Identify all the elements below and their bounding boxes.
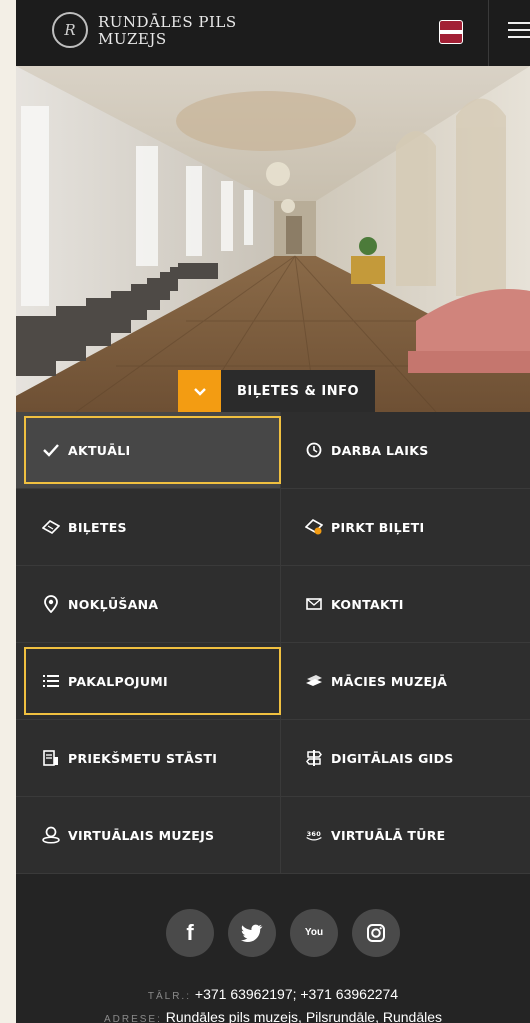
latvian-flag-icon[interactable] (439, 20, 463, 44)
contact-info: TĀLR.: +371 63962197; +371 63962274 ADRE… (16, 984, 530, 1023)
header-divider (488, 0, 489, 66)
twitter-icon[interactable] (228, 909, 276, 957)
info-menu: AKTUĀLI DARBA LAIKS BIĻETES PIRKT BIĻETI… (16, 412, 530, 874)
address-value: Rundāles pils muzejs, Pilsrundāle, Rundā… (165, 1009, 443, 1023)
menu-item-virtuala-ture[interactable]: 360 VIRTUĀLĀ TŪRE (281, 797, 530, 874)
site-footer: f You TĀLR.: +371 63962197; +371 6396227… (16, 874, 530, 1023)
menu-item-label: PRIEKŠMETU STĀSTI (68, 750, 218, 766)
menu-item-macies-muzeja[interactable]: MĀCIES MUZEJĀ (281, 643, 530, 720)
address-label: ADRESE: (103, 1014, 162, 1023)
logo-line-1: RUNDĀLES PILS (98, 13, 237, 31)
phone-value[interactable]: +371 63962197; +371 63962274 (195, 986, 398, 1002)
document-icon (42, 749, 60, 767)
menu-item-kontakti[interactable]: KONTAKTI (281, 566, 530, 643)
social-links: f You (166, 909, 400, 957)
tickets-info-bar[interactable]: BIĻETES & INFO (178, 370, 376, 413)
ticket-icon (42, 518, 60, 536)
ticket-plus-icon (305, 518, 323, 536)
location-pin-icon (42, 595, 60, 613)
mobile-page: R RUNDĀLES PILS MUZEJS BIĻETES & INFO AK… (16, 0, 530, 1023)
logo-text[interactable]: RUNDĀLES PILS MUZEJS (98, 14, 237, 48)
tickets-info-label[interactable]: BIĻETES & INFO (221, 370, 376, 413)
chevron-down-icon[interactable] (178, 370, 221, 413)
facebook-icon[interactable]: f (166, 909, 214, 957)
menu-item-label: BIĻETES (68, 519, 127, 535)
envelope-icon (305, 595, 323, 613)
360-icon: 360 (305, 826, 323, 844)
menu-item-label: KONTAKTI (331, 596, 404, 612)
menu-item-biletes[interactable]: BIĻETES (16, 489, 281, 566)
menu-item-noklusana[interactable]: NOKĻŪŠANA (16, 566, 281, 643)
menu-item-darba-laiks[interactable]: DARBA LAIKS (281, 412, 530, 489)
site-header: R RUNDĀLES PILS MUZEJS (16, 0, 530, 66)
signpost-icon (305, 749, 323, 767)
menu-item-label: DIGITĀLAIS GIDS (331, 750, 454, 766)
menu-item-pakalpojumi[interactable]: PAKALPOJUMI (16, 643, 281, 720)
phone-label: TĀLR.: (147, 991, 191, 1002)
menu-item-digitalais-gids[interactable]: DIGITĀLAIS GIDS (281, 720, 530, 797)
menu-item-label: PIRKT BIĻETI (331, 519, 425, 535)
logo-line-2: MUZEJS (98, 30, 167, 48)
svg-text:360: 360 (307, 830, 322, 838)
menu-item-label: DARBA LAIKS (331, 442, 429, 458)
menu-item-pirkt-bileti[interactable]: PIRKT BIĻETI (281, 489, 530, 566)
phone-line: TĀLR.: +371 63962197; +371 63962274 (16, 984, 530, 1007)
check-icon (42, 441, 60, 459)
logo-monogram-icon[interactable]: R (52, 12, 88, 48)
books-icon (305, 672, 323, 690)
vr-person-icon (42, 826, 60, 844)
menu-item-aktuali[interactable]: AKTUĀLI (16, 412, 281, 489)
menu-item-label: PAKALPOJUMI (68, 673, 168, 689)
menu-item-label: AKTUĀLI (68, 442, 131, 458)
menu-item-prieksmetu-stasti[interactable]: PRIEKŠMETU STĀSTI (16, 720, 281, 797)
menu-item-virtualais-muzejs[interactable]: VIRTUĀLAIS MUZEJS (16, 797, 281, 874)
menu-item-label: MĀCIES MUZEJĀ (331, 673, 448, 689)
address-line: ADRESE: Rundāles pils muzejs, Pilsrundāl… (16, 1007, 530, 1023)
menu-item-label: NOKĻŪŠANA (68, 596, 159, 612)
menu-item-label: VIRTUĀLĀ TŪRE (331, 827, 446, 843)
instagram-icon[interactable] (352, 909, 400, 957)
youtube-icon[interactable]: You (290, 909, 338, 957)
clock-icon (305, 441, 323, 459)
list-icon (42, 672, 60, 690)
hamburger-icon[interactable] (508, 22, 530, 42)
hero-image (16, 66, 530, 412)
menu-item-label: VIRTUĀLAIS MUZEJS (68, 827, 215, 843)
